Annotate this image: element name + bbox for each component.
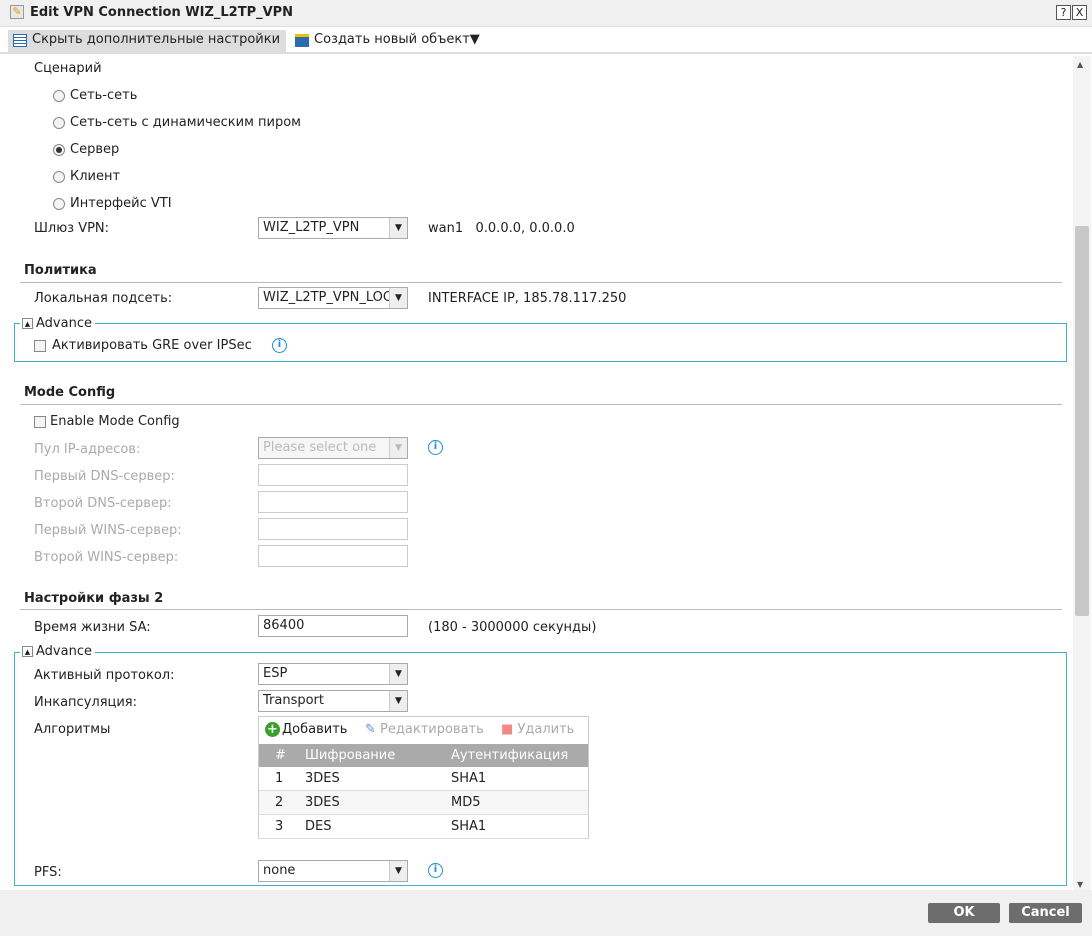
ip-pool-select[interactable]: Please select one ▼ [258,437,408,459]
scrollbar-thumb[interactable] [1075,226,1089,616]
wins1-label: Первый WINS-сервер: [34,523,182,538]
hide-advanced-button[interactable]: Скрыть дополнительные настройки [8,30,287,52]
scenario-option-label: Клиент [70,169,121,184]
gateway-label: Шлюз VPN: [34,221,110,236]
new-object-icon [295,34,309,47]
window-title: Edit VPN Connection WIZ_L2TP_VPN [30,5,294,20]
create-object-label: Создать новый объект▼ [314,32,480,47]
cancel-button[interactable]: Cancel [1009,903,1082,923]
sa-lifetime-label: Время жизни SA: [34,620,151,635]
encapsulation-label: Инкапсуляция: [34,695,138,710]
enable-mode-config-label: Enable Mode Config [50,414,180,429]
phase2-advance-toggle[interactable]: ▲ Advance [20,644,95,659]
gre-checkbox[interactable] [34,340,46,352]
sa-lifetime-input[interactable]: 86400 [258,615,408,637]
plus-icon: + [265,722,280,737]
scenario-radio[interactable] [53,117,65,129]
collapse-icon: ▲ [22,318,33,329]
help-button[interactable]: ? [1056,5,1071,20]
gateway-info: wan1 0.0.0.0, 0.0.0.0 [428,221,575,236]
ok-button[interactable]: OK [928,903,1000,923]
gre-label: Активировать GRE over IPSec [52,338,252,353]
encapsulation-select[interactable]: Transport ▼ [258,690,408,712]
chevron-down-icon: ▼ [389,861,407,881]
info-icon[interactable]: i [428,863,443,878]
close-button[interactable]: X [1072,5,1087,20]
chevron-down-icon: ▼ [389,218,407,238]
wins1-input[interactable] [258,518,408,540]
gateway-select[interactable]: WIZ_L2TP_VPN ▼ [258,217,408,239]
scroll-up-icon[interactable]: ▲ [1077,60,1083,69]
delete-button[interactable]: ■ Удалить [501,722,574,737]
scenario-radio[interactable] [53,144,65,156]
create-object-button[interactable]: Создать новый объект▼ [292,30,486,52]
protocol-select[interactable]: ESP ▼ [258,663,408,685]
chevron-down-icon: ▼ [389,664,407,684]
scenario-radio[interactable] [53,90,65,102]
scenario-radio[interactable] [53,171,65,183]
table-row[interactable]: 1 3DES SHA1 [259,767,588,791]
divider [20,609,1062,610]
local-subnet-label: Локальная подсеть: [34,291,173,306]
dns2-label: Второй DNS-сервер: [34,496,172,511]
collapse-icon: ▲ [22,646,33,657]
table-row[interactable]: 3 DES SHA1 [259,815,588,839]
chevron-down-icon: ▼ [389,691,407,711]
table-header: # Шифрование Аутентификация [259,744,588,767]
wins2-label: Второй WINS-сервер: [34,550,179,565]
scenario-radio[interactable] [53,198,65,210]
info-icon[interactable]: i [428,440,443,455]
edit-button[interactable]: ✎ Редактировать [365,722,484,737]
add-button[interactable]: + Добавить [265,722,347,737]
scenario-option-label: Сеть-сеть [70,88,138,103]
scenario-option-label: Интерфейс VTI [70,196,172,211]
pfs-label: PFS: [34,865,62,880]
dns1-label: Первый DNS-сервер: [34,469,175,484]
algorithms-label: Алгоритмы [34,722,111,737]
chevron-down-icon: ▼ [389,438,407,458]
algorithms-table: + Добавить ✎ Редактировать ■ Удалить # Ши… [258,716,589,839]
table-row[interactable]: 2 3DES MD5 [259,791,588,815]
mode-config-heading: Mode Config [24,385,116,400]
dns2-input[interactable] [258,491,408,513]
ip-pool-label: Пул IP-адресов: [34,442,141,457]
list-icon [13,34,27,47]
trash-icon: ■ [501,722,514,737]
scroll-down-icon[interactable]: ▼ [1077,880,1083,889]
divider [20,404,1062,405]
edit-icon: ✎ [10,5,24,19]
local-subnet-info: INTERFACE IP, 185.78.117.250 [428,291,627,306]
sa-lifetime-range: (180 - 3000000 секунды) [428,620,597,635]
scenario-label: Сценарий [34,61,102,76]
policy-advance-toggle[interactable]: ▲ Advance [20,316,95,331]
info-icon[interactable]: i [272,338,287,353]
pfs-select[interactable]: none ▼ [258,860,408,882]
local-subnet-select[interactable]: WIZ_L2TP_VPN_LOCAL ▼ [258,287,408,309]
dns1-input[interactable] [258,464,408,486]
enable-mode-config-checkbox[interactable] [34,416,46,428]
protocol-label: Активный протокол: [34,668,175,683]
hide-advanced-label: Скрыть дополнительные настройки [32,32,281,47]
divider [20,282,1062,283]
scenario-option-label: Сеть-сеть с динамическим пиром [70,115,301,130]
edit-icon: ✎ [365,722,376,737]
policy-heading: Политика [24,263,97,278]
wins2-input[interactable] [258,545,408,567]
scenario-option-label: Сервер [70,142,120,157]
chevron-down-icon: ▼ [389,288,407,308]
phase2-heading: Настройки фазы 2 [24,591,164,606]
